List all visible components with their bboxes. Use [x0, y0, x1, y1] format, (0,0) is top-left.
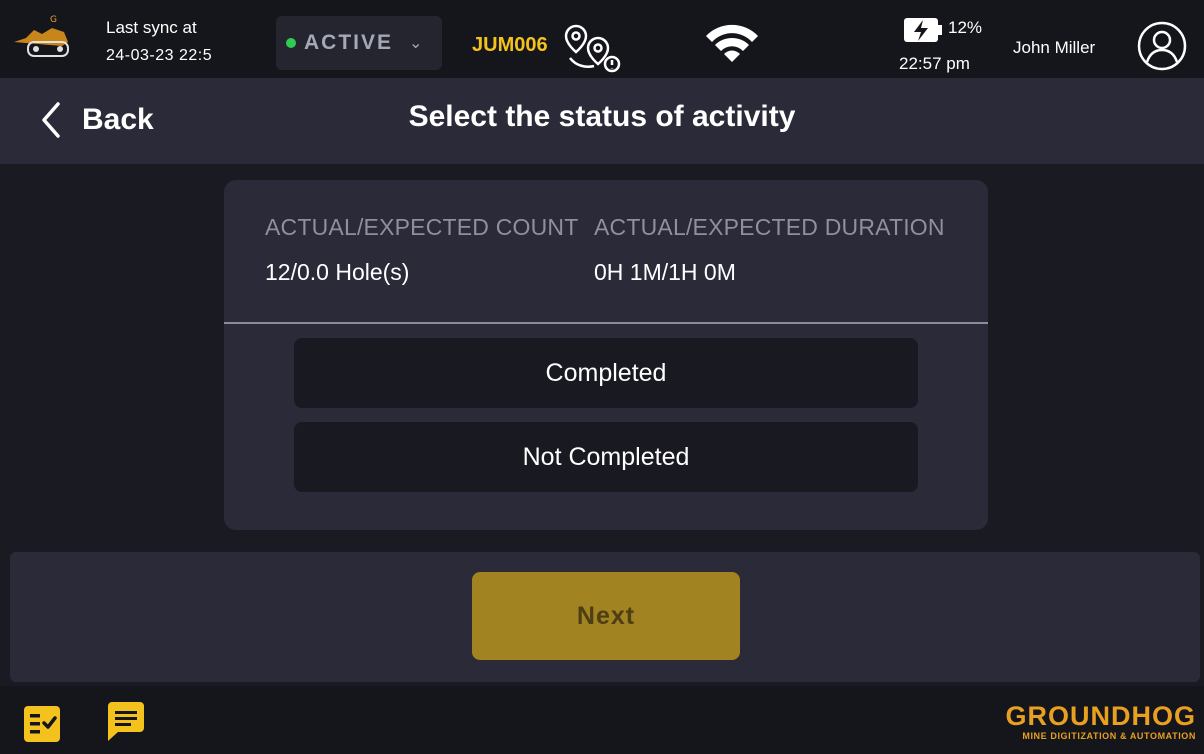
count-label: ACTUAL/EXPECTED COUNT	[265, 214, 579, 240]
route-icon[interactable]	[562, 22, 624, 74]
brand-tagline: MINE DIGITIZATION & AUTOMATION	[1022, 731, 1196, 741]
divider	[224, 322, 988, 324]
page-header: Back Select the status of activity	[0, 78, 1204, 164]
duration-metric: ACTUAL/EXPECTED DURATION 0H 1M/1H 0M	[594, 214, 945, 286]
completed-option-button[interactable]: Completed	[294, 338, 918, 408]
duration-value: 0H 1M/1H 0M	[594, 259, 736, 285]
footer-panel: Next	[10, 552, 1200, 682]
checklist-icon[interactable]	[22, 704, 62, 744]
machine-id: JUM006	[472, 34, 548, 56]
duration-label: ACTUAL/EXPECTED DURATION	[594, 214, 945, 240]
excavator-logo-icon: G	[14, 15, 69, 57]
next-button[interactable]: Next	[472, 572, 740, 660]
user-avatar-icon[interactable]	[1136, 20, 1188, 72]
battery-charging-icon	[904, 18, 942, 42]
count-metric: ACTUAL/EXPECTED COUNT 12/0.0 Hole(s)	[265, 214, 578, 286]
user-name: John Miller	[1013, 38, 1096, 57]
sync-time: 24-03-23 22:5	[106, 47, 213, 64]
battery-percent: 12%	[948, 18, 983, 37]
svg-text:G: G	[50, 15, 57, 25]
status-value: ACTIVE	[304, 31, 394, 54]
last-sync-info: Last sync at 24-03-23 22:5	[106, 14, 212, 70]
chat-icon[interactable]	[104, 700, 148, 744]
count-value: 12/0.0 Hole(s)	[265, 259, 410, 285]
brand-name: GROUNDHOG	[1005, 701, 1196, 731]
status-dropdown[interactable]: ACTIVE ⌄	[276, 16, 442, 70]
clock: 22:57 pm	[899, 54, 970, 73]
page-title: Select the status of activity	[408, 100, 796, 133]
active-dot-icon	[286, 38, 296, 48]
activity-status-card: ACTUAL/EXPECTED COUNT 12/0.0 Hole(s) ACT…	[224, 180, 988, 530]
brand-logo: GROUNDHOG MINE DIGITIZATION & AUTOMATION	[1006, 701, 1197, 741]
status-bar: G Last sync at 24-03-23 22:5 ACTIVE ⌄ JU…	[0, 0, 1204, 78]
sync-label: Last sync at	[106, 18, 197, 37]
chevron-down-icon: ⌄	[409, 35, 423, 52]
bottom-bar: GROUNDHOG MINE DIGITIZATION & AUTOMATION	[0, 686, 1204, 754]
wifi-icon	[706, 24, 758, 62]
not-completed-option-button[interactable]: Not Completed	[294, 422, 918, 492]
